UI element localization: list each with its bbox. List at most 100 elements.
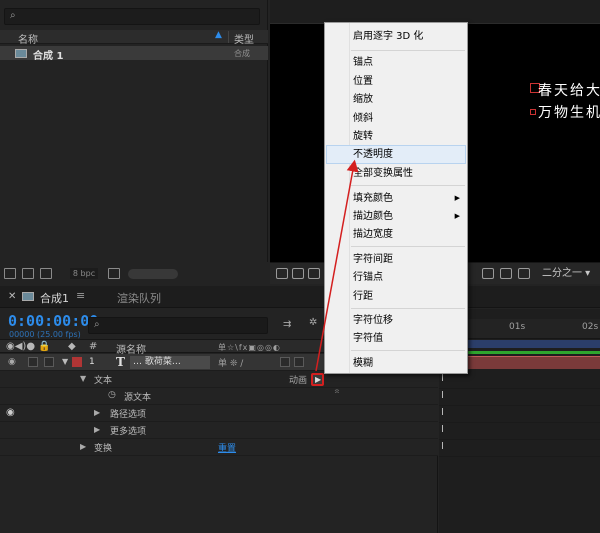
graph-divider bbox=[439, 422, 600, 423]
project-item-row[interactable]: 合成 1 合成 bbox=[0, 46, 268, 62]
tab-render-queue[interactable]: 渲染队列 bbox=[117, 290, 161, 306]
menu-item-stroke-width[interactable]: 描边宽度 bbox=[326, 225, 466, 244]
snapshot-icon[interactable] bbox=[482, 268, 494, 279]
switch-box[interactable] bbox=[280, 357, 290, 367]
menu-item-label: 填充颜色 bbox=[353, 193, 393, 204]
preview-icon[interactable] bbox=[276, 268, 288, 279]
menu-item-label: 锚点 bbox=[353, 57, 373, 68]
more-options-row[interactable]: ▶ 更多选项 bbox=[0, 422, 438, 439]
reset-link[interactable]: 重置 bbox=[218, 441, 236, 454]
menu-item-label: 字符间距 bbox=[353, 254, 393, 265]
exposure-icon[interactable] bbox=[518, 268, 530, 279]
av-features-icons: ◉◀)● 🔒 bbox=[6, 341, 51, 352]
composition-icon bbox=[22, 292, 34, 301]
menu-item-character-value[interactable]: 字符值 bbox=[326, 329, 466, 348]
menu-item-rotation[interactable]: 旋转 bbox=[326, 127, 466, 146]
lock-switch[interactable] bbox=[44, 357, 54, 367]
sort-ascending-icon[interactable]: ▲ bbox=[215, 30, 222, 40]
transform-row[interactable]: ▶ 变换 重置 bbox=[0, 439, 438, 456]
expand-icon[interactable]: ▶ bbox=[94, 408, 100, 417]
keyframe-marker[interactable]: I bbox=[441, 373, 444, 384]
column-name[interactable]: 名称 bbox=[18, 31, 38, 46]
menu-separator bbox=[351, 308, 465, 309]
new-composition-icon[interactable] bbox=[40, 268, 52, 279]
column-switches: 单☆\fx▣◎◎◐ bbox=[218, 343, 281, 352]
color-channels-icon[interactable] bbox=[500, 268, 512, 279]
eye-icon[interactable]: ◉ bbox=[6, 407, 15, 418]
panel-menu-icon[interactable]: ≡ bbox=[76, 289, 85, 302]
interpret-footage-icon[interactable] bbox=[4, 268, 16, 279]
layer-bounds-handle[interactable] bbox=[530, 109, 536, 115]
path-options-row[interactable]: ◉ ▶ 路径选项 bbox=[0, 405, 438, 422]
tab-composition[interactable]: 合成1 bbox=[40, 290, 69, 306]
current-time-display[interactable]: 0:00:00:00 bbox=[8, 312, 98, 330]
composition-icon bbox=[15, 49, 27, 58]
menu-item-opacity[interactable]: 不透明度 bbox=[326, 145, 466, 164]
layer-switches[interactable]: 单 ❊ ∕ bbox=[218, 356, 243, 369]
menu-item-stroke-color[interactable]: 描边颜色 ▶ bbox=[326, 207, 466, 226]
expand-icon[interactable]: ▶ bbox=[80, 442, 86, 451]
project-scrollbar[interactable] bbox=[128, 269, 178, 279]
menu-item-label: 全部变换属性 bbox=[353, 168, 413, 179]
composition-flowchart-icon[interactable]: ⇉ bbox=[283, 319, 291, 330]
layer-name[interactable]: … 歌荷菜… bbox=[130, 356, 210, 369]
animate-button[interactable]: ▶ bbox=[311, 373, 324, 386]
layer-expand-icon[interactable]: ▼ bbox=[62, 357, 68, 366]
menu-item-anchor[interactable]: 锚点 bbox=[326, 53, 466, 72]
ruler-tick-1s: 01s bbox=[509, 322, 526, 332]
stopwatch-icon[interactable]: ◷ bbox=[108, 390, 116, 400]
bit-depth-button[interactable]: 8 bpc bbox=[70, 268, 98, 279]
menu-item-scale[interactable]: 缩放 bbox=[326, 90, 466, 109]
mask-visibility-icon[interactable] bbox=[308, 268, 320, 279]
menu-separator bbox=[351, 50, 465, 51]
graph-divider bbox=[439, 405, 600, 406]
keyframe-marker[interactable]: I bbox=[441, 390, 444, 401]
menu-item-label: 模糊 bbox=[353, 358, 373, 369]
menu-item-character-offset[interactable]: 字符位移 bbox=[326, 311, 466, 330]
new-folder-icon[interactable] bbox=[22, 268, 34, 279]
keyframe-marker[interactable]: I bbox=[441, 424, 444, 435]
more-options-label: 更多选项 bbox=[110, 427, 147, 437]
menu-item-label: 描边颜色 bbox=[353, 211, 393, 222]
trash-icon[interactable] bbox=[108, 268, 120, 279]
solo-switch[interactable] bbox=[28, 357, 38, 367]
text-layer-icon: T bbox=[116, 355, 125, 369]
layer-label-color[interactable] bbox=[72, 357, 82, 367]
project-search-input[interactable]: ⌕ bbox=[4, 8, 260, 25]
column-number[interactable]: # bbox=[89, 341, 97, 352]
keyframe-marker[interactable]: I bbox=[441, 441, 444, 452]
menu-separator bbox=[351, 185, 465, 186]
close-icon[interactable]: ✕ bbox=[8, 291, 16, 302]
ruler-tick-2s: 02s bbox=[582, 322, 599, 332]
menu-item-label: 字符位移 bbox=[353, 315, 393, 326]
menu-item-position[interactable]: 位置 bbox=[326, 72, 466, 91]
submenu-arrow-icon: ▶ bbox=[454, 194, 460, 202]
expand-icon[interactable]: ▼ bbox=[80, 374, 86, 383]
grid-icon[interactable] bbox=[292, 268, 304, 279]
menu-item-label: 行锚点 bbox=[353, 272, 383, 283]
menu-item-line-anchor[interactable]: 行锚点 bbox=[326, 268, 466, 287]
expand-icon[interactable]: ▶ bbox=[94, 425, 100, 434]
menu-item-label: 描边宽度 bbox=[353, 229, 393, 240]
search-icon: ⌕ bbox=[10, 10, 16, 21]
timeline-search-input[interactable]: ⌕ bbox=[88, 317, 268, 334]
column-type[interactable]: 类型 bbox=[234, 31, 254, 46]
play-arrow-icon: ▶ bbox=[315, 375, 322, 384]
menu-item-enable-3d[interactable]: 启用逐字 3D 化 bbox=[326, 27, 466, 46]
search-icon: ⌕ bbox=[94, 319, 100, 330]
keyframe-marker[interactable]: I bbox=[441, 407, 444, 418]
video-toggle-icon[interactable]: ◉ bbox=[8, 357, 16, 367]
resolution-select[interactable]: 二分之一 ▾ bbox=[538, 266, 598, 282]
menu-item-line-spacing[interactable]: 行距 bbox=[326, 287, 466, 306]
draft-3d-icon[interactable]: ✲ bbox=[309, 317, 317, 328]
menu-item-tracking[interactable]: 字符间距 bbox=[326, 250, 466, 269]
switch-box[interactable] bbox=[294, 357, 304, 367]
source-text-row[interactable]: ◷ 源文本 ꩰ bbox=[0, 388, 438, 405]
menu-item-blur[interactable]: 模糊 bbox=[326, 354, 466, 373]
animate-context-menu: 启用逐字 3D 化 锚点 位置 缩放 倾斜 旋转 不透明度 全部变换属性 填充颜… bbox=[324, 22, 468, 374]
menu-item-fill-color[interactable]: 填充颜色 ▶ bbox=[326, 189, 466, 208]
menu-item-all-transform[interactable]: 全部变换属性 bbox=[326, 164, 466, 183]
submenu-arrow-icon: ▶ bbox=[454, 212, 460, 220]
animate-label: 动画 bbox=[289, 376, 308, 386]
menu-item-skew[interactable]: 倾斜 bbox=[326, 109, 466, 128]
